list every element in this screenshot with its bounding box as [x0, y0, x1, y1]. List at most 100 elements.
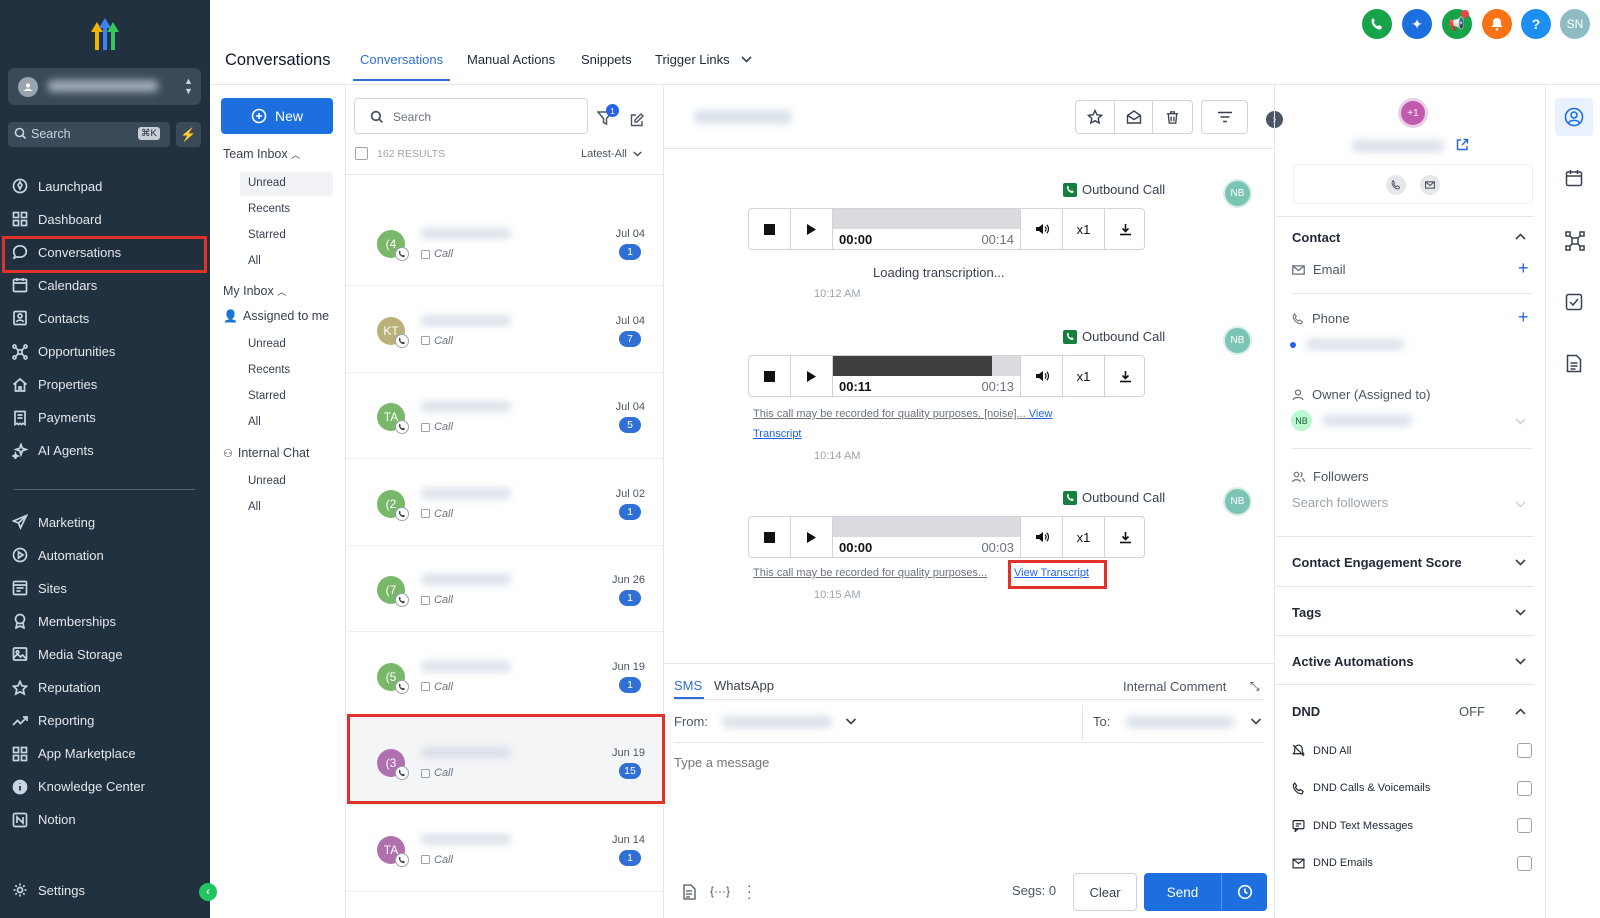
download-button[interactable] [1105, 209, 1145, 249]
collapse-sidebar-button[interactable]: ‹ [199, 883, 217, 901]
audio-track[interactable]: 00:11 00:13 [833, 356, 1021, 396]
dnd-checkbox[interactable] [1517, 855, 1532, 871]
account-switcher[interactable]: ▲ ▼ [8, 68, 201, 105]
notifications-button[interactable] [1482, 9, 1512, 39]
internal-chat-all[interactable]: All [248, 501, 261, 513]
play-button[interactable] [791, 356, 833, 396]
email-field[interactable]: Email [1292, 262, 1346, 277]
rail-notes-icon[interactable] [1566, 354, 1582, 373]
my-inbox-unread[interactable]: Unread [248, 338, 286, 350]
schedule-send-button[interactable] [1222, 873, 1267, 911]
owner-dropdown-chevron[interactable] [1515, 418, 1526, 425]
my-inbox-starred[interactable]: Starred [248, 390, 286, 402]
ai-assistant-button[interactable]: ✦ [1402, 9, 1432, 39]
sidebar-item-media-storage[interactable]: Media Storage [12, 642, 202, 666]
conversation-search[interactable]: Search [354, 98, 588, 134]
chevron-up-icon[interactable] [1515, 708, 1526, 715]
sidebar-item-reputation[interactable]: Reputation [12, 676, 202, 700]
playback-speed-button[interactable]: x1 [1063, 356, 1105, 396]
add-phone-icon[interactable]: + [1518, 307, 1529, 328]
tab-snippets[interactable]: Snippets [581, 52, 632, 67]
sidebar-item-memberships[interactable]: Memberships [12, 609, 202, 633]
thread-filter-button[interactable] [1201, 100, 1248, 134]
team-inbox-starred[interactable]: Starred [248, 229, 286, 241]
dnd-checkbox[interactable] [1517, 743, 1532, 758]
sidebar-item-marketing[interactable]: Marketing [12, 510, 202, 534]
conversation-row[interactable]: TA Call Jul 04 5 [345, 373, 663, 459]
sidebar-item-properties[interactable]: Properties [12, 373, 202, 397]
sidebar-item-launchpad[interactable]: Launchpad [12, 174, 202, 198]
chevron-down-icon[interactable] [1515, 559, 1526, 566]
chevron-up-icon[interactable] [1515, 233, 1526, 240]
sidebar-item-contacts[interactable]: Contacts [12, 306, 202, 330]
more-options-icon[interactable]: · · · [747, 878, 752, 904]
compose-button[interactable] [630, 113, 644, 127]
tab-manual-actions[interactable]: Manual Actions [467, 52, 555, 67]
help-button[interactable]: ? [1521, 9, 1551, 39]
sort-dropdown[interactable]: Latest-All [581, 148, 642, 160]
audio-track[interactable]: 00:00 00:03 [833, 517, 1021, 557]
download-button[interactable] [1105, 517, 1145, 557]
search-followers-input[interactable]: Search followers [1292, 495, 1388, 510]
section-active-automations[interactable]: Active Automations [1292, 654, 1414, 669]
clear-button[interactable]: Clear [1073, 873, 1137, 911]
user-avatar[interactable]: SN [1560, 9, 1590, 39]
team-inbox-recents[interactable]: Recents [248, 203, 290, 215]
mark-unread-button[interactable] [1115, 101, 1154, 133]
playback-speed-button[interactable]: x1 [1063, 517, 1105, 557]
sidebar-item-automation[interactable]: Automation [12, 543, 202, 567]
phone-dialer-button[interactable] [1362, 9, 1392, 39]
message-input[interactable] [674, 755, 1264, 855]
collapse-composer-icon[interactable]: ⤡ [1250, 679, 1260, 694]
filter-button[interactable]: 1 [597, 104, 619, 126]
select-all-checkbox[interactable] [355, 147, 368, 160]
to-dropdown-chevron[interactable] [1250, 718, 1262, 725]
from-dropdown-chevron[interactable] [845, 718, 857, 725]
section-tags[interactable]: Tags [1292, 605, 1321, 620]
followers-dropdown-chevron[interactable] [1515, 501, 1526, 508]
tab-trigger-links[interactable]: Trigger Links [655, 52, 730, 67]
sidebar-item-calendars[interactable]: Calendars [12, 273, 202, 297]
email-contact-button[interactable] [1420, 175, 1440, 195]
attachment-icon[interactable] [682, 884, 696, 900]
stop-button[interactable] [749, 356, 791, 396]
my-inbox-recents[interactable]: Recents [248, 364, 290, 376]
dnd-checkbox[interactable] [1517, 780, 1532, 796]
team-inbox-unread[interactable]: Unread [248, 177, 286, 189]
rail-tasks-icon[interactable] [1565, 293, 1583, 311]
sidebar-item-opportunities[interactable]: Opportunities [12, 340, 202, 364]
internal-chat-header[interactable]: ⚇ Internal Chat [223, 446, 309, 460]
playback-speed-button[interactable]: x1 [1063, 209, 1105, 249]
audio-track[interactable]: 00:00 00:14 [833, 209, 1021, 249]
team-inbox-header[interactable]: Team Inbox ︿ [223, 147, 300, 161]
sidebar-item-knowledge-center[interactable]: Knowledge Center [12, 775, 202, 799]
play-button[interactable] [791, 209, 833, 249]
add-email-icon[interactable]: + [1518, 258, 1529, 279]
my-inbox-header[interactable]: My Inbox ︿ [223, 284, 286, 298]
call-contact-button[interactable] [1386, 175, 1406, 195]
quick-action-button[interactable]: ⚡ [176, 122, 201, 147]
rail-calendar-icon[interactable] [1565, 169, 1583, 187]
internal-chat-unread[interactable]: Unread [248, 475, 286, 487]
sidebar-item-payments[interactable]: Payments [12, 406, 202, 430]
tab-conversations[interactable]: Conversations [360, 52, 443, 67]
sidebar-item-ai-agents[interactable]: AI Agents [12, 439, 202, 463]
view-transcript-link[interactable]: View [1029, 408, 1053, 420]
conversation-row[interactable]: (4 Call Jul 04 1 [345, 200, 663, 286]
send-button[interactable]: Send [1144, 873, 1222, 911]
announcements-button[interactable]: 📢 [1442, 9, 1472, 39]
chevron-down-icon[interactable] [1515, 658, 1526, 665]
volume-button[interactable] [1021, 356, 1063, 396]
play-button[interactable] [791, 517, 833, 557]
volume-button[interactable] [1021, 517, 1063, 557]
conversation-row[interactable]: KT Call Jul 04 7 [345, 287, 663, 373]
section-engagement-score[interactable]: Contact Engagement Score [1292, 555, 1462, 570]
conversation-row[interactable]: TA Call Jun 14 1 [345, 806, 663, 892]
conversation-row[interactable]: (5 Call Jun 19 1 [345, 633, 663, 719]
section-contact[interactable]: Contact [1292, 230, 1340, 245]
delete-button[interactable] [1153, 101, 1192, 133]
sidebar-item-notion[interactable]: Notion [12, 808, 202, 832]
custom-values-icon[interactable]: {···} [710, 884, 730, 898]
my-inbox-all[interactable]: All [248, 416, 261, 428]
sidebar-item-settings[interactable]: Settings [12, 878, 202, 902]
